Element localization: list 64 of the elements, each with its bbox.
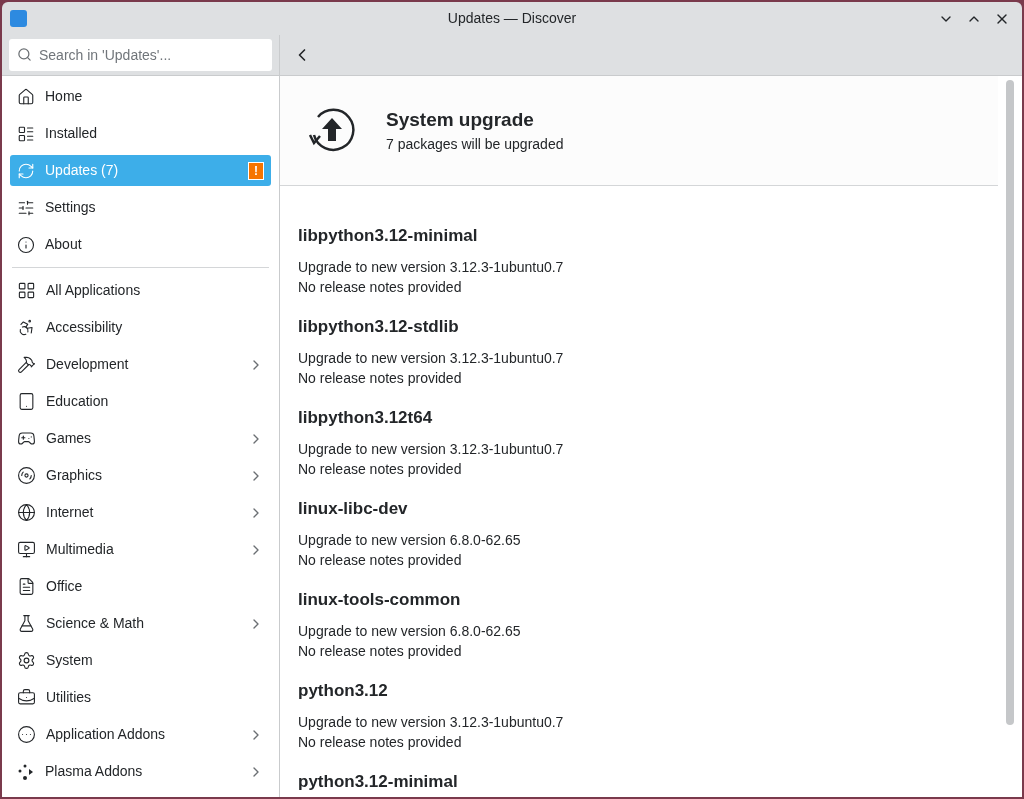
release-notes: No release notes provided [298,733,463,752]
release-notes: No release notes provided [298,460,463,479]
category-item[interactable]: Office [10,571,271,602]
package-name: python3.12-minimal [298,771,459,793]
globe-icon [17,503,36,522]
warning-badge: ! [248,161,264,180]
category-item[interactable]: Application Addons [10,719,271,750]
sidebar-item[interactable]: Home [10,81,271,112]
release-notes: No release notes provided [298,278,463,297]
home-icon [17,87,35,106]
dots-icon [17,762,35,781]
tablet-icon [17,392,36,411]
grid-icon [17,281,36,300]
app-icon [10,10,27,27]
package-name: python3.12 [298,680,389,702]
category-item[interactable]: Graphics [10,460,271,491]
category-item[interactable]: Internet [10,497,271,528]
hammer-icon [17,355,36,374]
list-icon [17,124,35,143]
package-name: linux-libc-dev [298,498,409,520]
category-item[interactable]: Plasma Addons [10,756,271,787]
toolbox-icon [17,688,36,707]
package-name: libpython3.12-stdlib [298,316,460,338]
upgrade-subtitle: 7 packages will be upgraded [386,135,564,155]
disc-icon [17,466,36,485]
update-icon [17,161,35,180]
package-version: Upgrade to new version 3.12.3-1ubuntu0.7 [298,440,565,459]
package-version: Upgrade to new version 3.12.3-1ubuntu0.7 [298,258,565,277]
category-item[interactable]: Science & Math [10,608,271,639]
monitor-icon [17,540,36,559]
package-version: Upgrade to new version 6.8.0-62.65 [298,622,522,641]
release-notes: No release notes provided [298,551,463,570]
release-notes: No release notes provided [298,369,463,388]
package-version: Upgrade to new version 6.8.0-62.65 [298,531,522,550]
category-item[interactable]: Accessibility [10,312,271,343]
package-name: linux-tools-common [298,589,462,611]
upgrade-title: System upgrade [386,107,535,132]
package-version: Upgrade to new version 3.12.3-1ubuntu0.7 [298,713,565,732]
search-field[interactable]: Search in 'Updates'... [9,39,272,71]
sliders-icon [17,198,35,217]
document-icon [17,577,36,596]
flask-icon [17,614,36,633]
info-icon [17,235,35,254]
package-version: Upgrade to new version 3.12.3-1ubuntu0.7 [298,349,565,368]
category-item[interactable]: Development [10,349,271,380]
sidebar-item[interactable]: Settings [10,192,271,223]
category-item[interactable]: All Applications [10,275,271,306]
category-item[interactable]: Education [10,386,271,417]
release-notes: No release notes provided [298,642,463,661]
package-name: libpython3.12t64 [298,407,434,429]
ellipsis-icon [17,725,36,744]
scrollbar[interactable] [1006,80,1014,725]
sidebar-item[interactable]: Installed [10,118,271,149]
gear-icon [17,651,36,670]
category-item[interactable]: Games [10,423,271,454]
search-icon [17,47,32,62]
sidebar-item[interactable]: About [10,229,271,260]
package-name: libpython3.12-minimal [298,225,479,247]
accessibility-icon [17,318,36,337]
gamepad-icon [17,429,36,448]
category-item[interactable]: System [10,645,271,676]
category-item[interactable]: Multimedia [10,534,271,565]
window-title: Updates — Discover [447,9,577,28]
category-item[interactable]: Utilities [10,682,271,713]
